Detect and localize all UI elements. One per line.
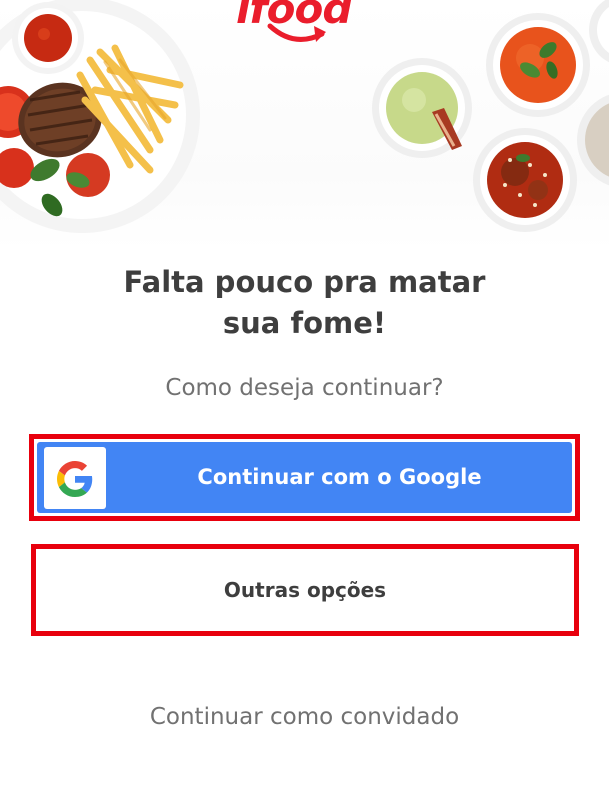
hero-food-illustration: ifood <box>0 0 609 250</box>
google-g-icon <box>57 461 93 497</box>
login-screen: ifood Falta pouco pra matar sua fome! Co… <box>0 0 609 812</box>
google-button-label: Continuar com o Google <box>197 465 482 489</box>
continue-as-guest-link[interactable]: Continuar como convidado <box>0 704 609 730</box>
page-title: Falta pouco pra matar sua fome! <box>0 262 609 344</box>
other-options-button[interactable]: Outras opções <box>39 552 571 628</box>
google-logo-box <box>44 447 106 509</box>
title-line-1: Falta pouco pra matar <box>123 265 486 299</box>
ifood-logo: ifood <box>236 0 360 54</box>
continue-with-google-button[interactable]: Continuar com o Google <box>37 442 572 513</box>
continue-prompt: Como deseja continuar? <box>165 375 444 401</box>
title-line-2: sua fome! <box>222 306 387 340</box>
logo-smile-arrow-icon <box>267 23 326 42</box>
